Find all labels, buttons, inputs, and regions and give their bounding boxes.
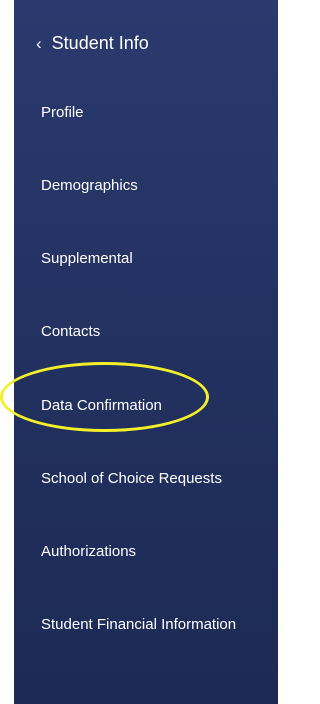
sidebar-item-data-confirmation[interactable]: Data Confirmation: [41, 388, 162, 424]
sidebar-item-school-of-choice-requests[interactable]: School of Choice Requests: [41, 461, 222, 497]
sidebar-item-authorizations[interactable]: Authorizations: [41, 534, 136, 570]
chevron-left-icon: ‹: [36, 33, 42, 53]
sidebar-item-demographics[interactable]: Demographics: [41, 168, 138, 204]
sidebar-title: Student Info: [51, 33, 149, 53]
back-to-student-info[interactable]: ‹ Student Info: [36, 30, 149, 56]
sidebar-item-contacts[interactable]: Contacts: [41, 314, 100, 350]
sidebar-item-supplemental[interactable]: Supplemental: [41, 241, 133, 277]
sidebar-item-student-financial-information[interactable]: Student Financial Information: [41, 607, 241, 643]
student-info-sidebar: ‹ Student Info Profile Demographics Supp…: [14, 0, 278, 704]
sidebar-item-profile[interactable]: Profile: [41, 95, 84, 131]
